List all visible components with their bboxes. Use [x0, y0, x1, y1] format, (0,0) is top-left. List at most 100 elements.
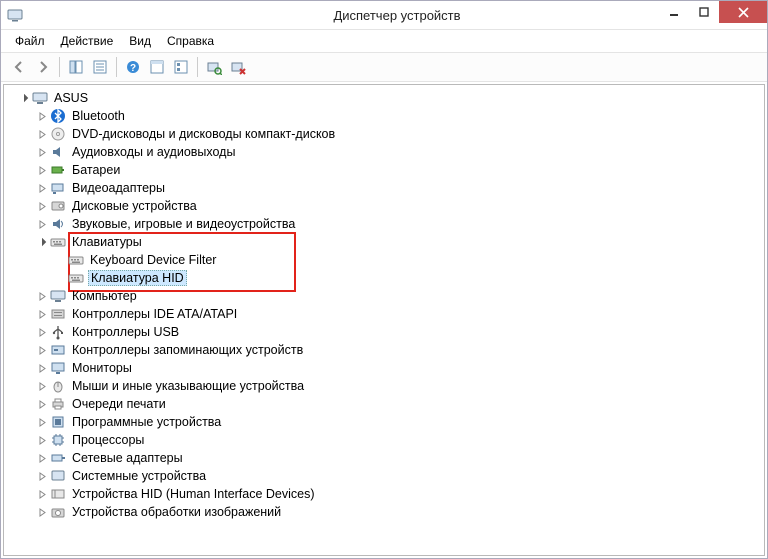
- tree-item-keyboards[interactable]: Клавиатуры: [36, 233, 764, 251]
- collapse-icon[interactable]: [36, 488, 48, 500]
- battery-icon: [50, 162, 66, 178]
- tree-item-mouse[interactable]: Мыши и иные указывающие устройства: [36, 377, 764, 395]
- tree-item-battery[interactable]: Батареи: [36, 161, 764, 179]
- properties-button[interactable]: [88, 55, 112, 79]
- tree-item-storage-controllers[interactable]: Контроллеры запоминающих устройств: [36, 341, 764, 359]
- action-button[interactable]: [145, 55, 169, 79]
- toolbar-separator: [116, 57, 117, 77]
- tree-item-computer[interactable]: Компьютер: [36, 287, 764, 305]
- node-label: Клавиатуры: [70, 235, 144, 249]
- audio-icon: [50, 144, 66, 160]
- tree-panel[interactable]: ASUS Bluetooth DVD-дисководы и дисководы…: [3, 84, 765, 556]
- menu-view[interactable]: Вид: [121, 34, 159, 48]
- collapse-icon[interactable]: [36, 110, 48, 122]
- node-label: Батареи: [70, 163, 122, 177]
- collapse-icon[interactable]: [36, 452, 48, 464]
- collapse-icon[interactable]: [36, 164, 48, 176]
- node-label: Контроллеры IDE ATA/ATAPI: [70, 307, 239, 321]
- mouse-icon: [50, 378, 66, 394]
- back-button[interactable]: [7, 55, 31, 79]
- tree-item-system[interactable]: Системные устройства: [36, 467, 764, 485]
- display-adapter-icon: [50, 180, 66, 196]
- tree-item-keyboard-hid[interactable]: Клавиатура HID: [54, 269, 764, 287]
- printer-icon: [50, 396, 66, 412]
- node-label: Видеоадаптеры: [70, 181, 167, 195]
- collapse-icon[interactable]: [36, 128, 48, 140]
- collapse-icon[interactable]: [36, 200, 48, 212]
- toolbar-separator: [197, 57, 198, 77]
- computer-icon: [32, 90, 48, 106]
- node-label: Аудиовходы и аудиовыходы: [70, 145, 237, 159]
- tree-item-bluetooth[interactable]: Bluetooth: [36, 107, 764, 125]
- toolbar: ?: [1, 52, 767, 82]
- tree-item-imaging[interactable]: Устройства обработки изображений: [36, 503, 764, 521]
- collapse-icon[interactable]: [36, 308, 48, 320]
- menu-file[interactable]: Файл: [7, 34, 53, 48]
- show-hide-tree-button[interactable]: [64, 55, 88, 79]
- tree-item-usb[interactable]: Контроллеры USB: [36, 323, 764, 341]
- disk-icon: [50, 198, 66, 214]
- tree-item-sound[interactable]: Звуковые, игровые и видеоустройства: [36, 215, 764, 233]
- tree-item-disk[interactable]: Дисковые устройства: [36, 197, 764, 215]
- device-tree: ASUS Bluetooth DVD-дисководы и дисководы…: [4, 89, 764, 521]
- ide-controller-icon: [50, 306, 66, 322]
- collapse-icon[interactable]: [36, 416, 48, 428]
- tree-item-dvd[interactable]: DVD-дисководы и дисководы компакт-дисков: [36, 125, 764, 143]
- list-button[interactable]: [169, 55, 193, 79]
- collapse-icon[interactable]: [36, 506, 48, 518]
- forward-button[interactable]: [31, 55, 55, 79]
- node-label: Компьютер: [70, 289, 139, 303]
- collapse-icon[interactable]: [36, 344, 48, 356]
- help-button[interactable]: ?: [121, 55, 145, 79]
- tree-item-processors[interactable]: Процессоры: [36, 431, 764, 449]
- menu-help[interactable]: Справка: [159, 34, 222, 48]
- imaging-icon: [50, 504, 66, 520]
- collapse-icon[interactable]: [36, 146, 48, 158]
- tree-item-video[interactable]: Видеоадаптеры: [36, 179, 764, 197]
- tree-item-hid[interactable]: Устройства HID (Human Interface Devices): [36, 485, 764, 503]
- tree-item-firmware[interactable]: Программные устройства: [36, 413, 764, 431]
- collapse-icon[interactable]: [36, 380, 48, 392]
- node-label: Системные устройства: [70, 469, 208, 483]
- minimize-button[interactable]: [659, 1, 689, 23]
- expand-icon[interactable]: [36, 236, 48, 248]
- tree-item-ide[interactable]: Контроллеры IDE ATA/ATAPI: [36, 305, 764, 323]
- collapse-icon[interactable]: [36, 434, 48, 446]
- collapse-icon[interactable]: [36, 398, 48, 410]
- window-controls: [659, 1, 767, 23]
- app-icon: [7, 7, 23, 23]
- tree-item-keyboard-filter[interactable]: Keyboard Device Filter: [54, 251, 764, 269]
- monitor-icon: [50, 360, 66, 376]
- network-icon: [50, 450, 66, 466]
- window: Диспетчер устройств Файл Действие Вид Сп…: [0, 0, 768, 559]
- tree-item-monitors[interactable]: Мониторы: [36, 359, 764, 377]
- tree-item-audio[interactable]: Аудиовходы и аудиовыходы: [36, 143, 764, 161]
- scan-hardware-button[interactable]: [202, 55, 226, 79]
- collapse-icon[interactable]: [36, 218, 48, 230]
- system-device-icon: [50, 468, 66, 484]
- node-label: Устройства обработки изображений: [70, 505, 283, 519]
- hid-icon: [50, 486, 66, 502]
- collapse-icon[interactable]: [36, 326, 48, 338]
- collapse-icon[interactable]: [36, 290, 48, 302]
- disc-icon: [50, 126, 66, 142]
- keyboard-icon: [68, 270, 84, 286]
- close-button[interactable]: [719, 1, 767, 23]
- uninstall-button[interactable]: [226, 55, 250, 79]
- tree-item-print-queues[interactable]: Очереди печати: [36, 395, 764, 413]
- tree-item-network[interactable]: Сетевые адаптеры: [36, 449, 764, 467]
- collapse-icon[interactable]: [36, 470, 48, 482]
- window-title: Диспетчер устройств: [27, 8, 767, 23]
- node-label: ASUS: [52, 91, 90, 105]
- tree-root[interactable]: ASUS: [18, 89, 764, 107]
- expand-icon[interactable]: [18, 92, 30, 104]
- maximize-button[interactable]: [689, 1, 719, 23]
- keyboard-icon: [68, 252, 84, 268]
- toolbar-separator: [59, 57, 60, 77]
- collapse-icon[interactable]: [36, 182, 48, 194]
- menubar: Файл Действие Вид Справка: [1, 29, 767, 52]
- menu-action[interactable]: Действие: [53, 34, 122, 48]
- usb-icon: [50, 324, 66, 340]
- collapse-icon[interactable]: [36, 362, 48, 374]
- node-label: DVD-дисководы и дисководы компакт-дисков: [70, 127, 337, 141]
